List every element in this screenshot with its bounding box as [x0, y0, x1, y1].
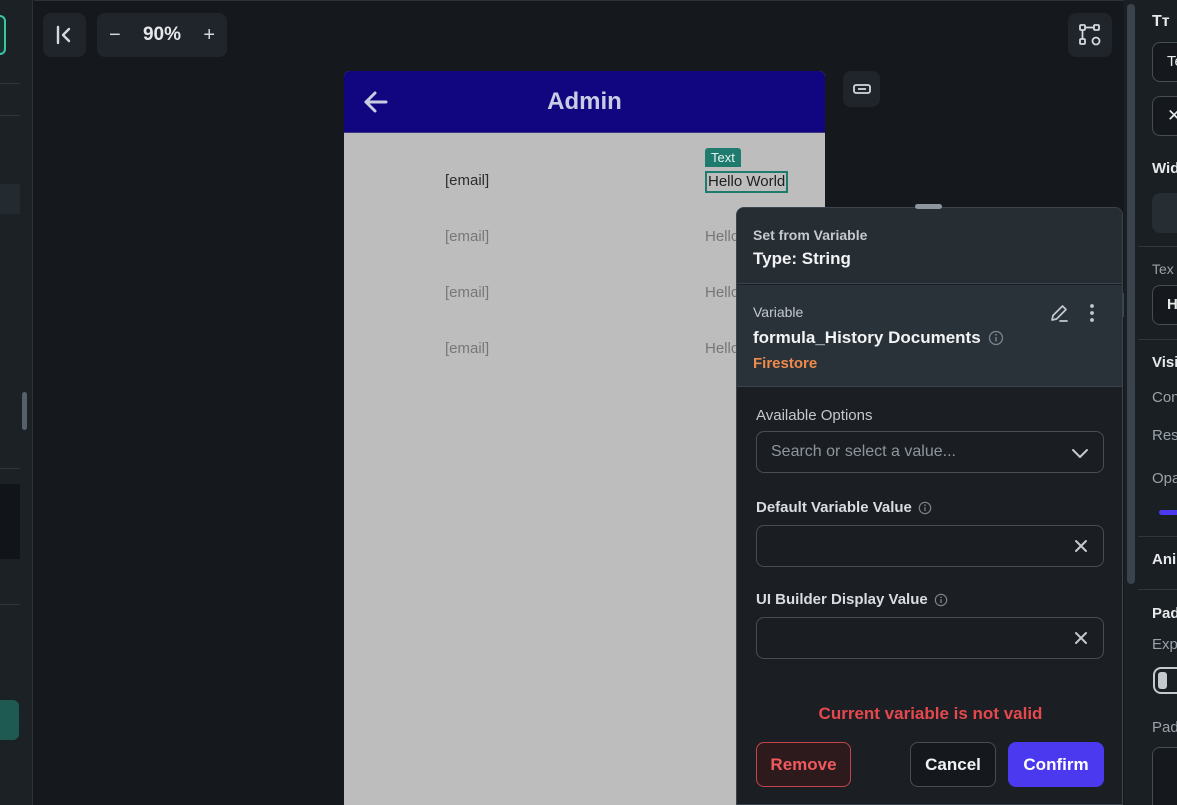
info-icon[interactable] — [988, 330, 1004, 346]
responsive-label: Res — [1152, 427, 1177, 444]
hello-text: Hello — [705, 284, 740, 301]
hello-text: Hello — [705, 228, 740, 245]
variable-source: Firestore — [753, 355, 818, 372]
hello-text: Hello — [705, 340, 740, 357]
sidebar-panel — [0, 484, 20, 559]
default-value-field[interactable] — [756, 525, 1104, 567]
sidebar-scroll-handle[interactable] — [22, 392, 27, 430]
width-section-label: Wid — [1152, 160, 1177, 177]
info-icon[interactable] — [918, 501, 932, 515]
panel-divider — [1138, 339, 1177, 340]
variable-type: Type: String — [753, 249, 851, 268]
widget-tree-settings-button[interactable] — [1068, 13, 1112, 57]
variable-label: Variable — [753, 304, 804, 320]
scroll-thumb[interactable] — [1127, 4, 1135, 584]
properties-panel: Tт Te ✕ Wid Tex H Visi Con Res Opa Ani P… — [1138, 0, 1177, 805]
top-divider — [34, 0, 1124, 1]
cancel-button[interactable]: Cancel — [910, 742, 996, 787]
zoom-out-button[interactable]: − — [109, 24, 121, 47]
available-options-input[interactable] — [771, 432, 1061, 472]
remove-button[interactable]: Remove — [756, 742, 851, 787]
zoom-in-button[interactable]: + — [203, 24, 215, 47]
variable-name: formula_History Documents — [753, 328, 981, 347]
animation-section-label: Ani — [1152, 551, 1177, 568]
email-text: [email] — [445, 340, 490, 357]
display-value-label: UI Builder Display Value — [756, 591, 948, 608]
conditional-label: Con — [1152, 389, 1177, 406]
zoom-level: 90% — [142, 24, 182, 45]
page-title: Admin — [547, 88, 622, 115]
visibility-section-label: Visi — [1152, 354, 1177, 371]
dialog-header: Set from Variable Type: String — [737, 208, 1122, 284]
more-vertical-icon[interactable] — [1086, 302, 1098, 324]
collapse-panel-button[interactable] — [43, 13, 86, 57]
collapse-left-icon — [56, 25, 70, 45]
frame-icon — [852, 84, 871, 94]
info-icon[interactable] — [934, 593, 948, 607]
variable-card[interactable]: Variable formula_History Documents Fires… — [737, 285, 1122, 387]
font-select[interactable]: Te — [1152, 42, 1177, 82]
text-value: H — [1167, 296, 1177, 313]
style-icon: ✕ — [1167, 106, 1177, 125]
display-value-field[interactable] — [756, 617, 1104, 659]
app-bar: Admin — [344, 71, 825, 133]
opacity-label: Opa — [1152, 470, 1177, 487]
email-text: [email] — [445, 228, 490, 245]
default-value-label: Default Variable Value — [756, 499, 932, 516]
font-value: Te — [1167, 53, 1177, 70]
confirm-button[interactable]: Confirm — [1008, 742, 1104, 787]
selected-widget-tag: Text — [705, 148, 741, 167]
available-options-select[interactable] — [756, 431, 1104, 473]
left-sidebar — [0, 0, 33, 805]
sidebar-active-tab[interactable] — [0, 15, 6, 55]
email-text: [email] — [445, 172, 490, 189]
edit-pencil-icon[interactable] — [1048, 302, 1070, 324]
error-message: Current variable is not valid — [818, 704, 1043, 723]
sidebar-divider — [0, 604, 20, 605]
text-section-icon: Tт — [1152, 13, 1170, 30]
sidebar-teal-item[interactable] — [0, 700, 19, 740]
expanded-label: Exp — [1152, 636, 1177, 653]
padding-editor[interactable] — [1152, 747, 1177, 805]
opacity-slider[interactable] — [1159, 510, 1177, 515]
device-frame-button[interactable] — [843, 71, 880, 107]
available-options-label: Available Options — [756, 407, 872, 424]
display-value-input[interactable] — [771, 618, 1061, 658]
expanded-toggle[interactable] — [1153, 667, 1177, 694]
toggle-knob — [1158, 672, 1167, 689]
tree-settings-icon — [1079, 24, 1101, 46]
dialog-header-label: Set from Variable — [753, 227, 868, 243]
email-text: [email] — [445, 284, 490, 301]
padding-label: Pad — [1152, 719, 1177, 736]
set-from-variable-dialog: Set from Variable Type: String Variable … — [736, 207, 1123, 805]
sidebar-selected-row[interactable] — [0, 184, 20, 214]
sidebar-divider — [0, 83, 20, 84]
dialog-drag-handle[interactable] — [915, 204, 942, 209]
padding-section-label: Pad — [1152, 605, 1177, 622]
chevron-down-icon — [1072, 449, 1088, 458]
style-select[interactable]: ✕ — [1152, 96, 1177, 136]
clear-x-icon[interactable] — [1073, 630, 1089, 646]
panel-divider — [1138, 536, 1177, 537]
panel-divider — [1138, 589, 1177, 590]
clear-x-icon[interactable] — [1073, 538, 1089, 554]
sidebar-divider — [0, 115, 20, 116]
default-value-text: Default Variable Value — [756, 499, 912, 516]
default-value-input[interactable] — [771, 526, 1061, 566]
zoom-control: − 90% + — [97, 13, 227, 57]
panel-divider — [1138, 246, 1177, 247]
sidebar-divider — [0, 468, 20, 469]
display-value-text: UI Builder Display Value — [756, 591, 928, 608]
available-options-text: Available Options — [756, 407, 873, 424]
width-control[interactable] — [1152, 193, 1177, 233]
canvas-scrollbar[interactable] — [1124, 0, 1138, 805]
text-value-field[interactable]: H — [1152, 285, 1177, 325]
text-value-label: Tex — [1152, 261, 1174, 277]
selected-hello-text[interactable]: Hello World — [705, 171, 789, 193]
